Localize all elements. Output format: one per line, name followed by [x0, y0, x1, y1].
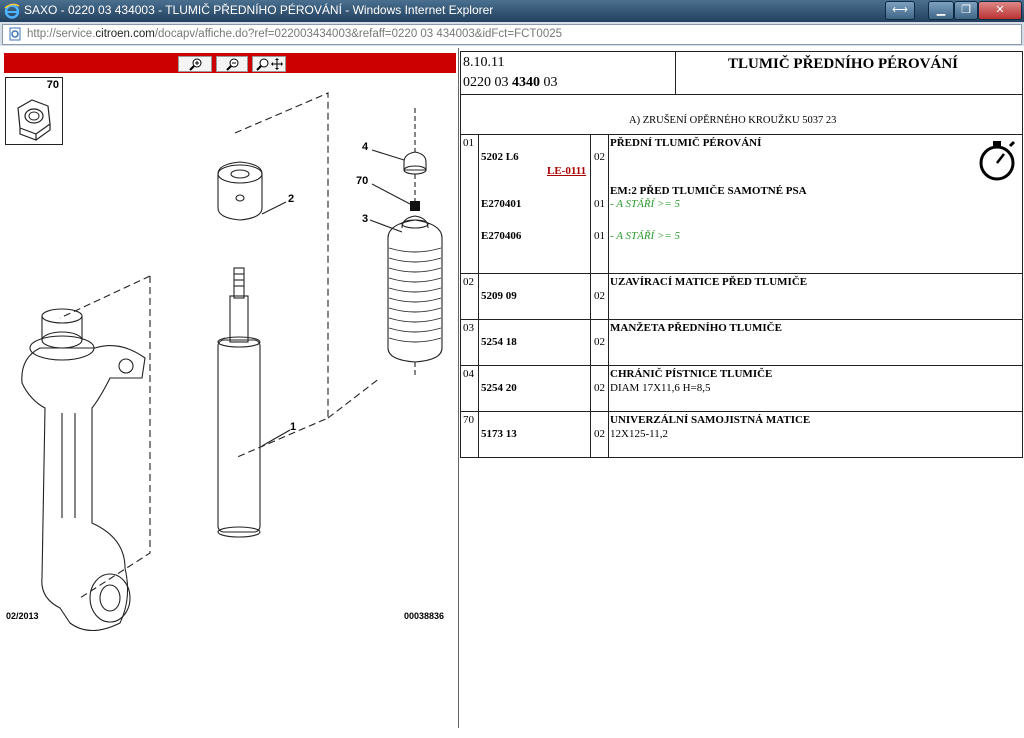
header-title-cell: TLUMIČ PŘEDNÍHO PÉROVÁNÍ — [675, 51, 1023, 95]
header-note-cell: A) ZRUŠENÍ OPĚRNÉHO KROUŽKU 5037 23 — [460, 94, 1023, 135]
row-index: 01 — [463, 137, 474, 149]
header-note: A) ZRUŠENÍ OPĚRNÉHO KROUŽKU 5037 23 — [629, 115, 837, 126]
part-qty: 02 — [594, 290, 605, 302]
part-desc: UZAVÍRACÍ MATICE PŘED TLUMIČE — [610, 276, 808, 288]
part-extra: 12X125-11,2 — [610, 428, 668, 440]
row-index: 03 — [463, 322, 474, 334]
part-note: - A STÁŘÍ >= 5 — [610, 198, 681, 210]
zoom-in-icon — [189, 58, 202, 71]
part-ref: 5202 L6 — [481, 151, 519, 163]
suspension-diagram: 4 70 2 3 1 — [21, 92, 443, 632]
row-index: 02 — [463, 276, 474, 288]
diagram-image-code: 00038836 — [404, 611, 445, 621]
callout-4: 4 — [362, 141, 369, 153]
callout-1: 1 — [290, 421, 296, 433]
table-row: 70 5173 13 02 UNIVERZÁLNÍ SAMOJISTNÁ MAT… — [460, 411, 1023, 458]
table-row: 04 5254 20 02 CHRÁNIČ PÍSTNICE TLUMIČE D… — [460, 365, 1023, 412]
pane-divider — [458, 48, 459, 728]
diagram-pane: 70 4 70 2 3 1 02/2013 00038836 — [0, 48, 459, 738]
part-ref: 5209 09 — [481, 290, 517, 302]
zoom-in-button[interactable] — [178, 56, 212, 72]
part-extra: DIAM 17X11,6 H=8,5 — [610, 382, 711, 394]
address-bar: http://service.citroen.com/docapv/affich… — [0, 22, 1024, 46]
zoom-out-icon — [226, 58, 239, 71]
address-field[interactable]: http://service.citroen.com/docapv/affich… — [2, 24, 1022, 45]
callout-3: 3 — [362, 213, 368, 225]
header-reference: 0220 03 4340 03 — [463, 75, 558, 90]
zoom-out-button[interactable] — [216, 56, 248, 72]
header-date: 8.10.11 — [463, 55, 505, 70]
part-ref: E270401 — [481, 198, 522, 210]
part-ref: 5254 18 — [481, 336, 517, 348]
part-note: - A STÁŘÍ >= 5 — [610, 230, 681, 242]
zoom-pan-icon — [256, 58, 283, 71]
part-qty: 01 — [594, 198, 605, 210]
part-qty: 02 — [594, 382, 605, 394]
minimize-button[interactable]: ▁ — [928, 1, 954, 20]
part-qty: 01 — [594, 230, 605, 242]
part-link[interactable]: LE-0111 — [547, 165, 586, 177]
page-icon — [9, 27, 21, 41]
part-ref: E270406 — [481, 230, 522, 242]
diagram-toolbar — [4, 53, 456, 73]
zoom-pan-button[interactable] — [252, 56, 286, 72]
parts-pane: 8.10.11 0220 03 4340 03 TLUMIČ PŘEDNÍHO … — [460, 48, 1024, 738]
part-desc: PŘEDNÍ TLUMIČ PÉROVÁNÍ — [610, 137, 762, 149]
header-ref-cell: 8.10.11 0220 03 4340 03 — [460, 51, 676, 95]
part-qty: 02 — [594, 151, 605, 163]
maximize-button[interactable]: ❐ — [954, 1, 978, 20]
diagram-date-code: 02/2013 — [6, 611, 39, 621]
row-index: 04 — [463, 368, 474, 380]
close-button[interactable]: ✕ — [978, 1, 1022, 20]
part-desc: EM:2 PŘED TLUMIČE SAMOTNÉ PSA — [610, 185, 807, 197]
part-ref: 5254 20 — [481, 382, 517, 394]
table-row: 03 5254 18 02 MANŽETA PŘEDNÍHO TLUMIČE — [460, 319, 1023, 366]
part-qty: 02 — [594, 336, 605, 348]
stopwatch-icon[interactable] — [977, 137, 1019, 183]
restore-size-button[interactable]: ⟷ — [885, 1, 915, 20]
callout-2: 2 — [288, 193, 294, 205]
part-desc: MANŽETA PŘEDNÍHO TLUMIČE — [610, 322, 782, 334]
washer-mark — [410, 201, 420, 211]
table-row: 01 5202 L6 02 PŘEDNÍ TLUMIČ PÉROVÁNÍ LE-… — [460, 134, 1023, 274]
title-bar: SAXO - 0220 03 434003 - TLUMIČ PŘEDNÍHO … — [0, 0, 1024, 22]
part-desc: UNIVERZÁLNÍ SAMOJISTNÁ MATICE — [610, 414, 811, 426]
ie-logo-icon — [4, 3, 20, 19]
page-title: TLUMIČ PŘEDNÍHO PÉROVÁNÍ — [728, 56, 959, 72]
part-qty: 02 — [594, 428, 605, 440]
table-row: 02 5209 09 02 UZAVÍRACÍ MATICE PŘED TLUM… — [460, 273, 1023, 320]
window-title: SAXO - 0220 03 434003 - TLUMIČ PŘEDNÍHO … — [24, 3, 494, 17]
row-index: 70 — [463, 414, 474, 426]
callout-70: 70 — [356, 175, 368, 187]
url-text: http://service.citroen.com/docapv/affich… — [27, 28, 563, 40]
part-desc: CHRÁNIČ PÍSTNICE TLUMIČE — [610, 368, 773, 380]
part-ref: 5173 13 — [481, 428, 517, 440]
